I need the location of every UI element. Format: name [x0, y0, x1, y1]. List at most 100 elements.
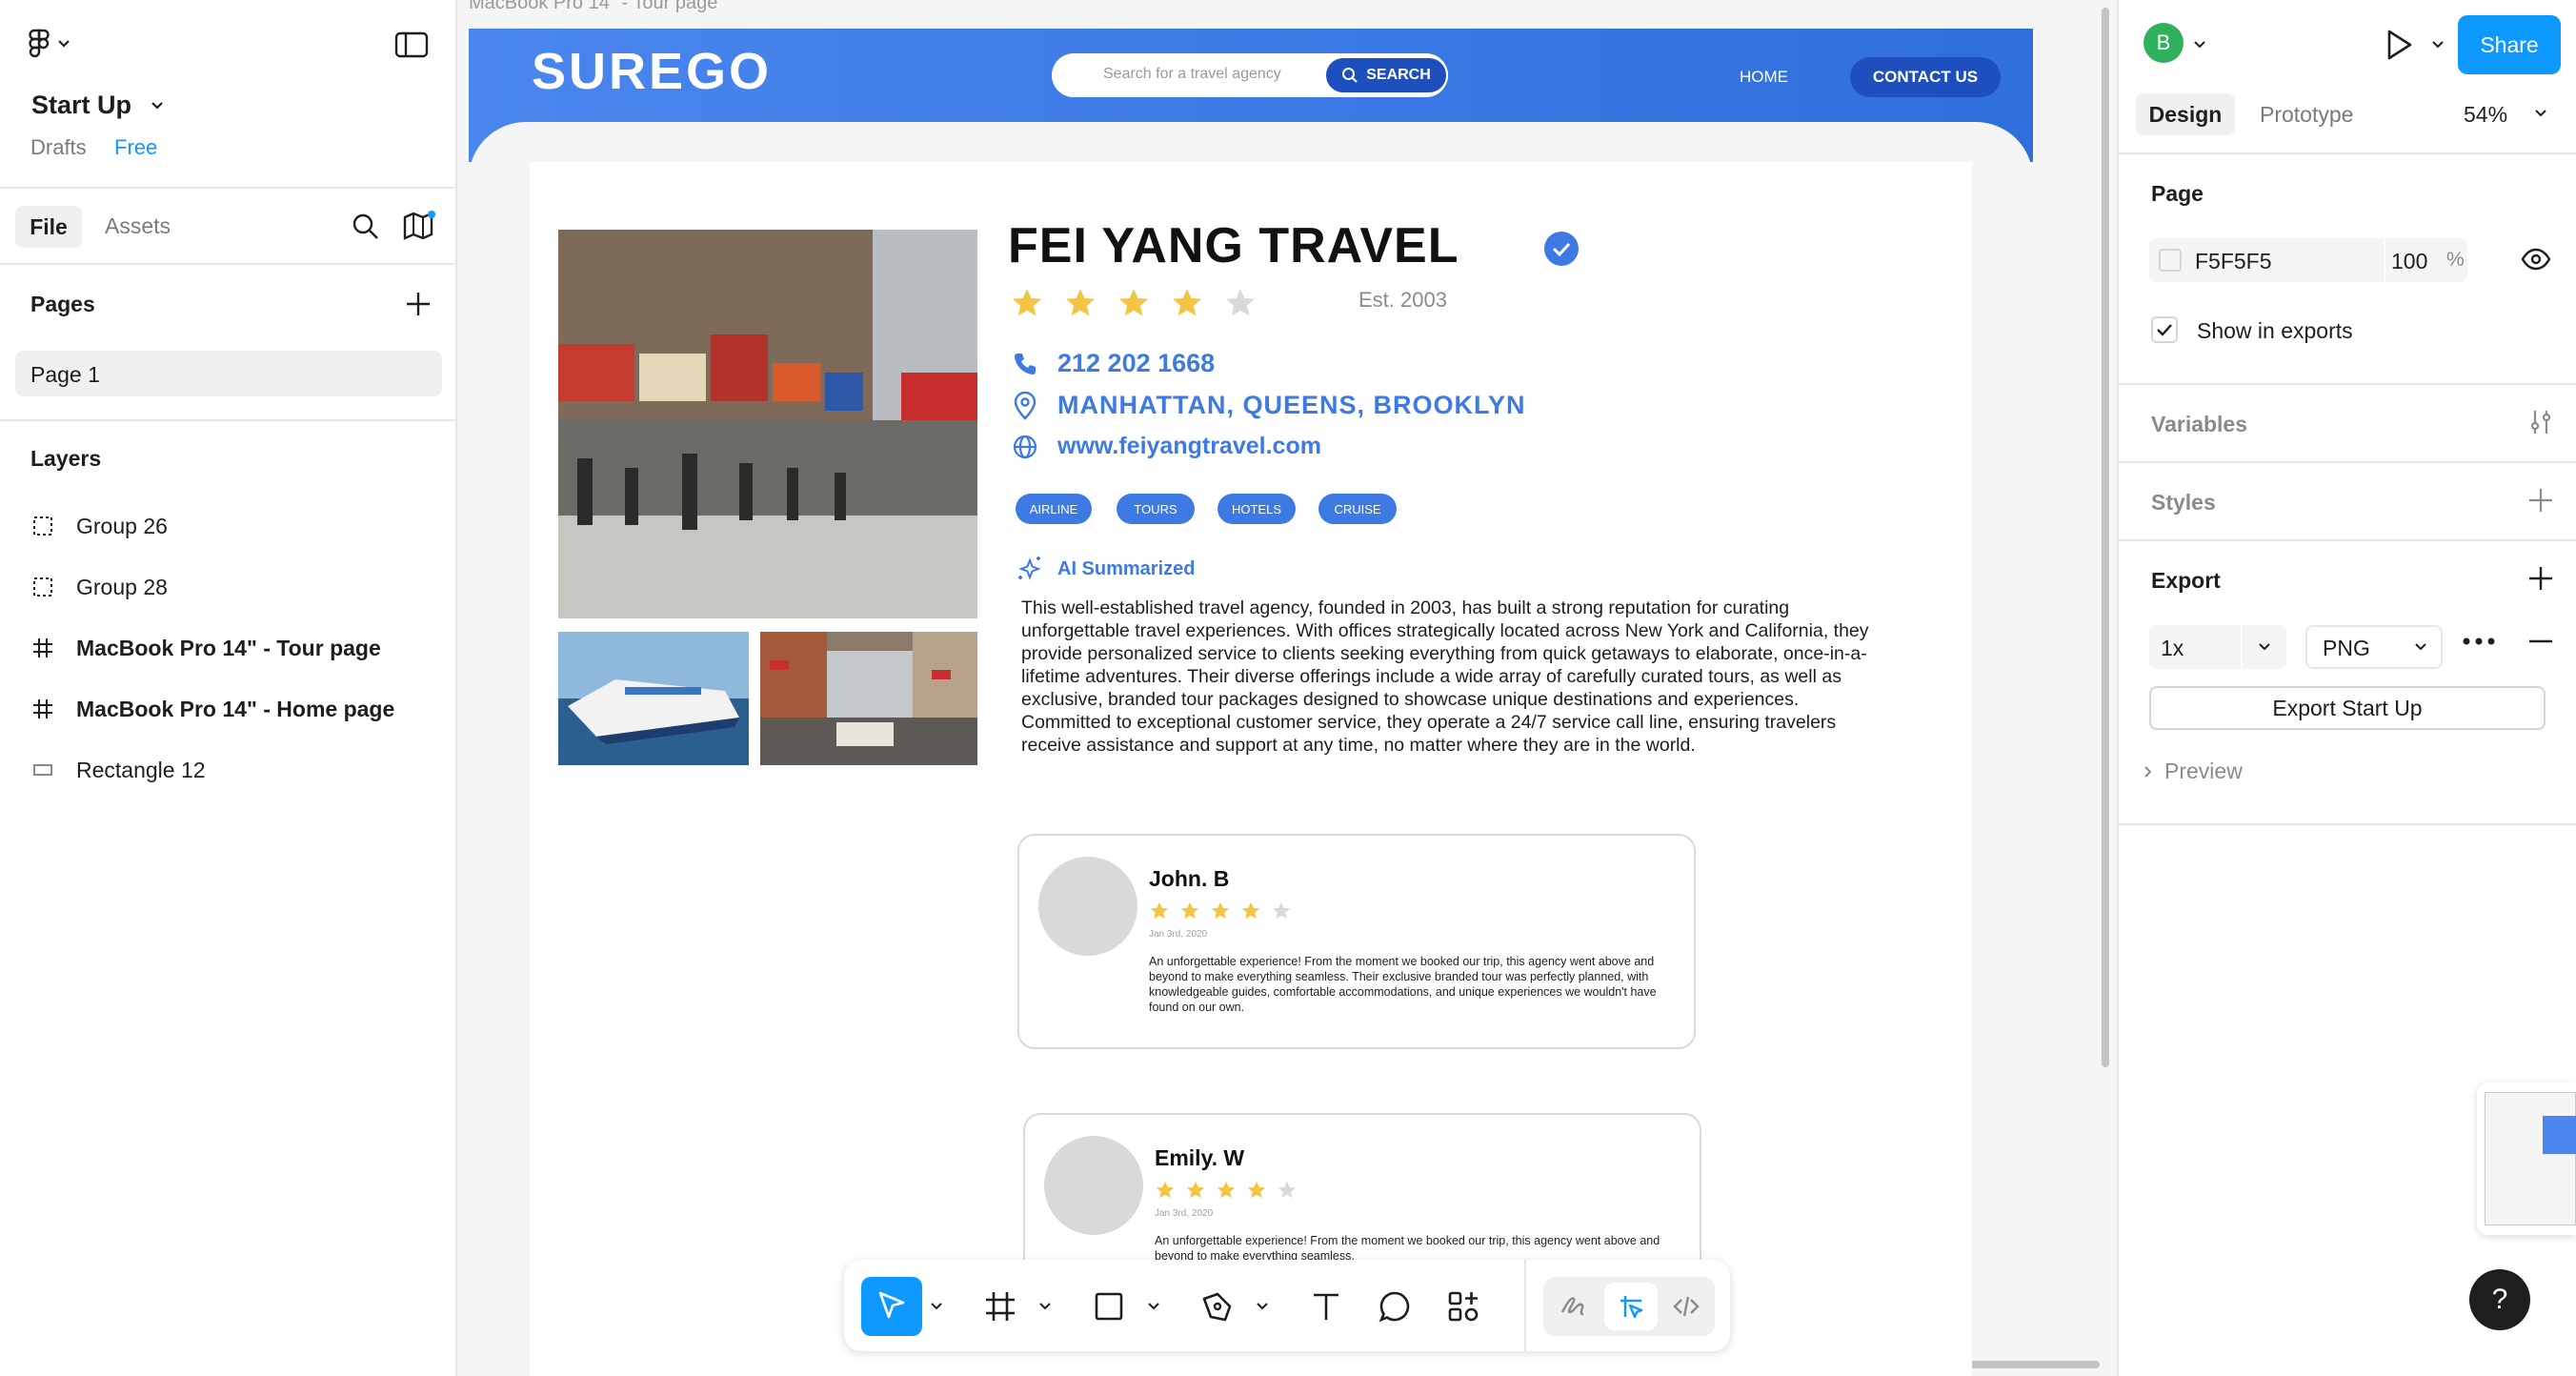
tab-file[interactable]: File [15, 206, 82, 248]
page-opacity-field[interactable]: 100 % [2385, 238, 2467, 282]
add-page-icon[interactable] [404, 290, 433, 318]
layer-group-26[interactable]: Group 26 [30, 505, 168, 547]
page-item-page-1[interactable]: Page 1 [15, 351, 442, 396]
move-tool-button[interactable] [861, 1277, 922, 1336]
pen-tool-button[interactable] [1187, 1277, 1248, 1336]
frame-label[interactable]: MacBook Pro 14" - Tour page [469, 0, 717, 14]
more-options-icon[interactable] [2462, 637, 2496, 646]
comment-icon [1378, 1289, 1412, 1324]
tab-design[interactable]: Design [2136, 93, 2235, 135]
star-filled-icon [1010, 286, 1044, 320]
draw-mode-button[interactable] [1549, 1283, 1599, 1330]
chevron-down-icon[interactable] [1147, 1302, 1160, 1311]
agency-rating [1010, 286, 1258, 320]
layer-label: MacBook Pro 14" - Tour page [76, 635, 381, 660]
site-search-button[interactable]: SEARCH [1324, 56, 1448, 94]
tab-assets[interactable]: Assets [105, 213, 171, 239]
nav-home-link[interactable]: HOME [1740, 68, 1788, 87]
left-panel: Start Up Drafts Free File Assets Pages P… [0, 0, 457, 1376]
chevron-down-icon[interactable] [930, 1302, 943, 1311]
export-button[interactable]: Export Start Up [2149, 686, 2546, 730]
chevron-down-icon[interactable] [1256, 1302, 1269, 1311]
reviewer-name: John. B [1149, 866, 1230, 891]
chevron-down-icon[interactable] [2431, 40, 2445, 50]
user-avatar[interactable]: B [2143, 23, 2184, 63]
color-swatch[interactable] [2159, 249, 2182, 272]
tab-prototype[interactable]: Prototype [2260, 102, 2353, 128]
text-icon [1309, 1289, 1343, 1324]
phone-number[interactable]: 212 202 1668 [1057, 349, 1215, 378]
star-filled-icon [1179, 900, 1200, 921]
tag-tours[interactable]: TOURS [1117, 494, 1195, 524]
agency-name: FEI YANG TRAVEL [1008, 218, 1459, 273]
percent-sign: % [2446, 249, 2465, 271]
chevron-down-icon[interactable] [2193, 40, 2206, 50]
search-icon[interactable] [351, 212, 381, 242]
verified-badge-icon [1543, 231, 1580, 267]
add-style-icon[interactable] [2526, 486, 2555, 515]
layer-group-28[interactable]: Group 28 [30, 566, 168, 608]
variables-section-title: Variables [2151, 412, 2248, 436]
page-opacity-value[interactable]: 100 [2391, 249, 2427, 274]
site-search-bar[interactable]: Search for a travel agency SEARCH [1052, 53, 1448, 97]
star-empty-icon [1271, 900, 1292, 921]
remove-export-icon[interactable] [2526, 638, 2555, 644]
code-icon [1671, 1291, 1701, 1322]
show-in-exports-checkbox[interactable] [2151, 316, 2178, 343]
site-logo[interactable]: SUREGO [532, 42, 772, 101]
vertical-scrollbar[interactable] [2102, 8, 2109, 1067]
chevron-down-icon[interactable] [1038, 1302, 1052, 1311]
library-icon[interactable] [402, 210, 436, 242]
website-link[interactable]: www.feiyangtravel.com [1057, 433, 1321, 460]
toggle-sidebar-icon[interactable] [394, 30, 429, 59]
dev-mode-button[interactable] [1661, 1283, 1711, 1330]
layer-frame-home-page[interactable]: MacBook Pro 14" - Home page [30, 688, 394, 730]
ai-summary-title: AI Summarized [1057, 557, 1196, 579]
chevron-down-icon [151, 101, 164, 111]
plan-badge[interactable]: Free [114, 135, 157, 160]
zoom-level[interactable]: 54% [2464, 102, 2507, 128]
tour-page-frame[interactable]: SUREGO Search for a travel agency SEARCH… [469, 29, 2033, 1376]
contact-us-button[interactable]: CONTACT US [1850, 57, 2001, 97]
export-scale-select[interactable]: 1x [2149, 625, 2286, 669]
drafts-link[interactable]: Drafts [30, 135, 87, 160]
export-format-select[interactable]: PNG [2305, 625, 2443, 669]
star-filled-icon [1170, 286, 1204, 320]
layer-frame-tour-page[interactable]: MacBook Pro 14" - Tour page [30, 627, 381, 669]
play-icon[interactable] [2384, 29, 2414, 61]
page-color-field[interactable]: F5F5F5 [2149, 238, 2384, 282]
checkmark-icon [2153, 318, 2176, 341]
star-empty-icon [1277, 1180, 1298, 1201]
layer-rectangle-12[interactable]: Rectangle 12 [30, 749, 206, 791]
rectangle-tool-button[interactable] [1078, 1277, 1139, 1336]
preview-toggle[interactable]: Preview [2143, 759, 2243, 784]
variables-settings-icon[interactable] [2526, 408, 2555, 436]
design-mode-button[interactable] [1604, 1283, 1658, 1330]
bottom-toolbar [844, 1260, 1730, 1351]
review-rating [1149, 900, 1292, 921]
frame-icon [983, 1289, 1017, 1324]
page-color-value[interactable]: F5F5F5 [2195, 249, 2272, 274]
project-title[interactable]: Start Up [31, 91, 164, 120]
main-menu-button[interactable] [29, 29, 70, 59]
add-export-icon[interactable] [2526, 564, 2555, 593]
preview-label: Preview [2164, 759, 2243, 783]
minimap[interactable] [2477, 1083, 2576, 1235]
review-card: John. B Jan 3rd, 2020 An unforgettable e… [1017, 834, 1696, 1049]
text-tool-button[interactable] [1296, 1277, 1357, 1336]
agency-card: FEI YANG TRAVEL Est. 2003 212 202 1668 M… [530, 162, 1972, 1376]
eye-icon[interactable] [2521, 246, 2551, 273]
chevron-down-icon[interactable] [2534, 109, 2547, 118]
cursor-icon [875, 1289, 909, 1324]
tag-hotels[interactable]: HOTELS [1218, 494, 1296, 524]
comment-tool-button[interactable] [1364, 1277, 1425, 1336]
actions-tool-button[interactable] [1433, 1277, 1494, 1336]
help-button[interactable]: ? [2469, 1269, 2530, 1330]
frame-tool-button[interactable] [970, 1277, 1031, 1336]
group-icon [30, 514, 55, 538]
share-button[interactable]: Share [2458, 15, 2561, 74]
tag-cruise[interactable]: CRUISE [1318, 494, 1397, 524]
tag-airline[interactable]: AIRLINE [1016, 494, 1092, 524]
frame-icon [30, 697, 55, 721]
site-search-input[interactable]: Search for a travel agency [1103, 66, 1281, 83]
